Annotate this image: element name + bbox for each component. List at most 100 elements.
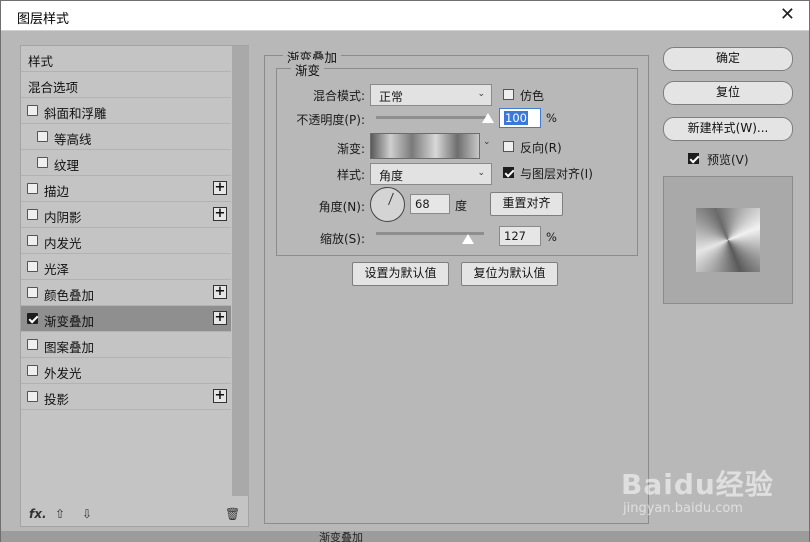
style-item[interactable]: 纹理 xyxy=(21,150,231,176)
gradient-subgroup-title: 渐变 xyxy=(291,60,325,79)
angle-dial-needle xyxy=(388,192,394,206)
style-label: 样式: xyxy=(336,168,365,182)
style-item[interactable]: 描边 + xyxy=(21,176,231,202)
dither-label: 仿色 xyxy=(520,89,545,103)
style-item-checkbox[interactable] xyxy=(37,131,48,142)
style-item[interactable]: 样式 xyxy=(21,46,231,72)
style-item-checkbox[interactable] xyxy=(27,365,38,376)
add-effect-plus-icon[interactable]: + xyxy=(213,181,227,195)
reset-button[interactable]: 复位 xyxy=(663,81,793,105)
style-item[interactable]: 光泽 xyxy=(21,254,231,280)
style-item-checkbox[interactable] xyxy=(37,157,48,168)
style-item-checkbox[interactable] xyxy=(27,261,38,272)
styles-panel: 样式混合选项斜面和浮雕等高线纹理描边 + 内阴影 + 内发光光泽颜色叠加 + 渐变叠加 + 图案… xyxy=(20,45,249,527)
reverse-label: 反向(R) xyxy=(520,141,562,155)
gradient-dropdown-chevron-icon[interactable]: ⌄ xyxy=(483,137,491,147)
scale-input[interactable]: 127 xyxy=(499,226,541,246)
reset-alignment-button[interactable]: 重置对齐 xyxy=(490,192,563,216)
style-preview-swatch xyxy=(696,208,760,272)
opacity-slider-thumb[interactable] xyxy=(482,113,494,123)
styles-list: 样式混合选项斜面和浮雕等高线纹理描边 + 内阴影 + 内发光光泽颜色叠加 + 渐变叠加 + 图案… xyxy=(21,46,231,410)
style-item-checkbox[interactable] xyxy=(27,209,38,220)
add-effect-plus-icon[interactable]: + xyxy=(213,311,227,325)
style-item-label: 投影 xyxy=(44,392,70,407)
style-item[interactable]: 投影 + xyxy=(21,384,231,410)
angle-label: 角度(N): xyxy=(318,200,365,214)
reverse-checkbox[interactable] xyxy=(503,141,514,152)
title-bar: 图层样式 ✕ xyxy=(1,1,809,31)
style-item-label: 光泽 xyxy=(44,262,70,277)
blend-mode-label: 混合模式: xyxy=(312,89,365,103)
preview-checkbox[interactable] xyxy=(688,153,699,164)
style-item[interactable]: 内阴影 + xyxy=(21,202,231,228)
style-item-checkbox[interactable] xyxy=(27,183,38,194)
style-item-label: 斜面和浮雕 xyxy=(44,106,107,121)
new-style-button[interactable]: 新建样式(W)... xyxy=(663,117,793,141)
styles-scrollbar[interactable] xyxy=(232,46,249,496)
styles-bottom-bar: fx. ⇧ ⇩ 🗑 xyxy=(21,501,248,527)
add-effect-plus-icon[interactable]: + xyxy=(213,207,227,221)
style-item[interactable]: 外发光 xyxy=(21,358,231,384)
style-item[interactable]: 等高线 xyxy=(21,124,231,150)
layer-style-dialog: 图层样式 ✕ 样式混合选项斜面和浮雕等高线纹理描边 + 内阴影 + 内发光光泽颜色叠加 +… xyxy=(0,0,810,542)
opacity-unit: % xyxy=(546,111,557,125)
style-item-label: 样式 xyxy=(28,54,54,69)
style-item-label: 外发光 xyxy=(44,366,82,381)
reset-to-default-button[interactable]: 复位为默认值 xyxy=(461,262,558,286)
dialog-title: 图层样式 xyxy=(17,12,70,27)
style-item-label: 内阴影 xyxy=(44,210,82,225)
gradient-label: 渐变: xyxy=(336,142,365,156)
style-item-label: 纹理 xyxy=(54,158,80,173)
underlying-layer-label: 渐变叠加 xyxy=(319,531,363,542)
opacity-label: 不透明度(P): xyxy=(296,113,365,127)
fx-icon[interactable]: fx. xyxy=(29,507,47,521)
style-item[interactable]: 内发光 xyxy=(21,228,231,254)
opacity-input[interactable]: 100 xyxy=(499,108,541,128)
style-item[interactable]: 斜面和浮雕 xyxy=(21,98,231,124)
style-item-label: 描边 xyxy=(44,184,70,199)
scale-label: 缩放(S): xyxy=(319,232,365,246)
style-item[interactable]: 混合选项 xyxy=(21,72,231,98)
style-item[interactable]: 图案叠加 xyxy=(21,332,231,358)
blend-mode-select[interactable]: 正常 ⌄ xyxy=(370,84,492,106)
scale-slider-thumb[interactable] xyxy=(461,234,474,244)
style-item-checkbox[interactable] xyxy=(27,391,38,402)
style-value: 角度 xyxy=(379,169,404,183)
underlying-layers-strip: 渐变叠加 xyxy=(1,531,809,542)
style-item-label: 渐变叠加 xyxy=(44,314,95,329)
move-down-icon[interactable]: ⇩ xyxy=(82,507,92,521)
ok-button[interactable]: 确定 xyxy=(663,47,793,71)
set-as-default-button[interactable]: 设置为默认值 xyxy=(352,262,449,286)
style-item-checkbox[interactable] xyxy=(27,339,38,350)
align-with-layer-checkbox[interactable] xyxy=(503,167,514,178)
add-effect-plus-icon[interactable]: + xyxy=(213,285,227,299)
gradient-preview-bar[interactable] xyxy=(370,133,480,159)
preview-label: 预览(V) xyxy=(707,153,749,167)
angle-input[interactable]: 68 xyxy=(410,194,450,214)
opacity-slider[interactable] xyxy=(376,116,488,119)
scale-unit: % xyxy=(546,230,557,244)
style-item[interactable]: 颜色叠加 + xyxy=(21,280,231,306)
trash-icon[interactable]: 🗑 xyxy=(225,507,240,521)
dither-checkbox[interactable] xyxy=(503,89,514,100)
watermark-url: jingyan.baidu.com xyxy=(623,501,743,516)
add-effect-plus-icon[interactable]: + xyxy=(213,389,227,403)
move-up-icon[interactable]: ⇧ xyxy=(55,507,65,521)
chevron-down-icon: ⌄ xyxy=(477,89,485,99)
style-item[interactable]: 渐变叠加 + xyxy=(21,306,231,332)
style-item-label: 等高线 xyxy=(54,132,92,147)
chevron-down-icon: ⌄ xyxy=(477,168,485,178)
close-icon[interactable]: ✕ xyxy=(780,5,795,25)
blend-mode-value: 正常 xyxy=(379,90,404,104)
style-item-checkbox[interactable] xyxy=(27,105,38,116)
style-select[interactable]: 角度 ⌄ xyxy=(370,163,492,185)
style-item-checkbox[interactable] xyxy=(27,313,38,324)
style-item-label: 图案叠加 xyxy=(44,340,95,355)
style-item-label: 混合选项 xyxy=(28,80,79,95)
baidu-watermark: Baidu经验 jingyan.baidu.com xyxy=(621,463,781,523)
style-item-checkbox[interactable] xyxy=(27,287,38,298)
angle-dial[interactable] xyxy=(370,187,405,222)
style-preview-box xyxy=(663,176,793,304)
style-item-checkbox[interactable] xyxy=(27,235,38,246)
align-with-layer-label: 与图层对齐(I) xyxy=(520,167,593,181)
